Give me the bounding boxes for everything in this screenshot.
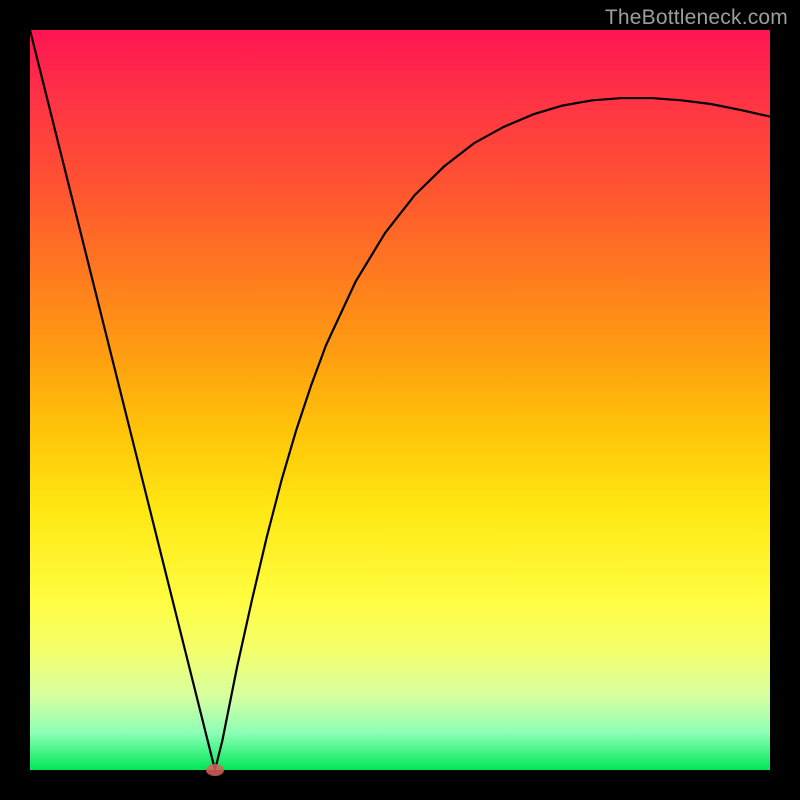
bottleneck-curve (30, 30, 770, 770)
watermark-text: TheBottleneck.com (605, 6, 788, 30)
plot-area (30, 30, 770, 770)
chart-frame: TheBottleneck.com (0, 0, 800, 800)
minimum-marker (206, 764, 224, 776)
